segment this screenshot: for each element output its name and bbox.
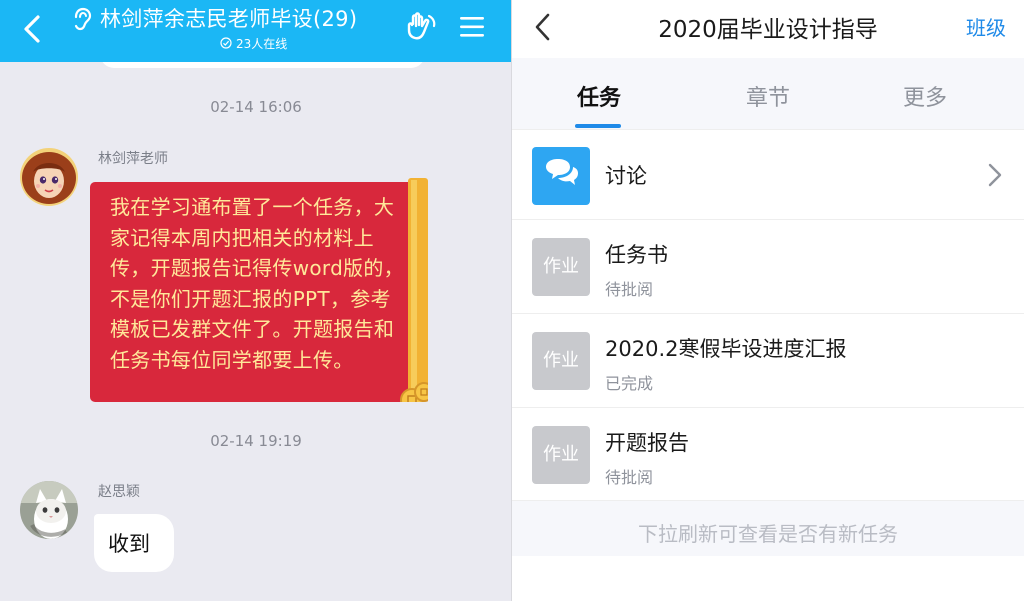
homework-badge: 作业 bbox=[532, 238, 590, 296]
sender-name: 赵思颖 bbox=[98, 484, 140, 500]
chat-header: 林剑萍余志民老师毕设(29) 23人在线 bbox=[0, 0, 512, 62]
tab-bar: 任务 章节 更多 bbox=[512, 58, 1024, 130]
course-header: 2020届毕业设计指导 班级 bbox=[512, 0, 1024, 58]
homework-badge: 作业 bbox=[532, 426, 590, 484]
list-item-title: 开题报告 bbox=[605, 431, 689, 455]
back-arrow-icon[interactable] bbox=[18, 12, 46, 46]
page-title: 2020届毕业设计指导 bbox=[658, 17, 878, 43]
tab-more[interactable]: 更多 bbox=[875, 80, 975, 112]
list-item-title: 任务书 bbox=[605, 243, 668, 267]
homework-badge: 作业 bbox=[532, 332, 590, 390]
red-packet-message[interactable]: 我在学习通布置了一个任务，大家记得本周内把相关的材料上传，开题报告记得传word… bbox=[90, 178, 428, 402]
list-item-assignment[interactable]: 作业 开题报告 待批阅 bbox=[512, 408, 1024, 501]
avatar[interactable] bbox=[20, 148, 78, 206]
hand-gesture-icon[interactable] bbox=[405, 12, 439, 44]
class-link[interactable]: 班级 bbox=[966, 12, 1006, 41]
refresh-hint: 下拉刷新可查看是否有新任务 bbox=[638, 522, 898, 546]
chat-panel: 林剑萍余志民老师毕设(29) 23人在线 02-14 16:06 林剑萍老师 我… bbox=[0, 0, 512, 601]
chat-bubbles-icon bbox=[532, 147, 590, 205]
ear-icon[interactable] bbox=[70, 6, 94, 32]
list-item-discussion[interactable]: 讨论 bbox=[512, 130, 1024, 220]
message-timestamp: 02-14 19:19 bbox=[210, 432, 302, 450]
list-item-status: 已完成 bbox=[605, 374, 654, 393]
menu-icon[interactable] bbox=[458, 14, 486, 40]
message-bubble[interactable]: 收到 bbox=[94, 514, 174, 572]
list-item-status: 待批阅 bbox=[605, 280, 654, 299]
list-item-title: 讨论 bbox=[605, 164, 647, 188]
avatar[interactable] bbox=[20, 481, 78, 539]
message-text: 收到 bbox=[108, 532, 150, 556]
sender-name: 林剑萍老师 bbox=[98, 151, 168, 167]
chevron-right-icon bbox=[988, 163, 1002, 187]
message-timestamp: 02-14 16:06 bbox=[210, 98, 302, 116]
list-item-assignment[interactable]: 作业 任务书 待批阅 bbox=[512, 220, 1024, 314]
message-text: 我在学习通布置了一个任务，大家记得本周内把相关的材料上传，开题报告记得传word… bbox=[110, 195, 404, 372]
list-item-status: 待批阅 bbox=[605, 468, 654, 487]
clock-icon bbox=[220, 37, 232, 49]
online-count: 23人在线 bbox=[236, 36, 288, 51]
active-tab-indicator bbox=[575, 124, 621, 128]
list-item-title: 2020.2寒假毕设进度汇报 bbox=[605, 337, 847, 361]
tab-task[interactable]: 任务 bbox=[549, 80, 649, 112]
chat-title: 林剑萍余志民老师毕设(29) bbox=[100, 7, 358, 31]
course-panel: 2020届毕业设计指导 班级 任务 章节 更多 讨论 作业 任务书 待批阅 作业… bbox=[512, 0, 1024, 601]
tab-chapter[interactable]: 章节 bbox=[718, 80, 818, 112]
online-status: 23人在线 bbox=[220, 34, 287, 52]
list-item-assignment[interactable]: 作业 2020.2寒假毕设进度汇报 已完成 bbox=[512, 314, 1024, 408]
teacher-avatar-image bbox=[20, 148, 78, 206]
student-avatar-image bbox=[20, 481, 78, 539]
blank-footer bbox=[512, 556, 1024, 601]
